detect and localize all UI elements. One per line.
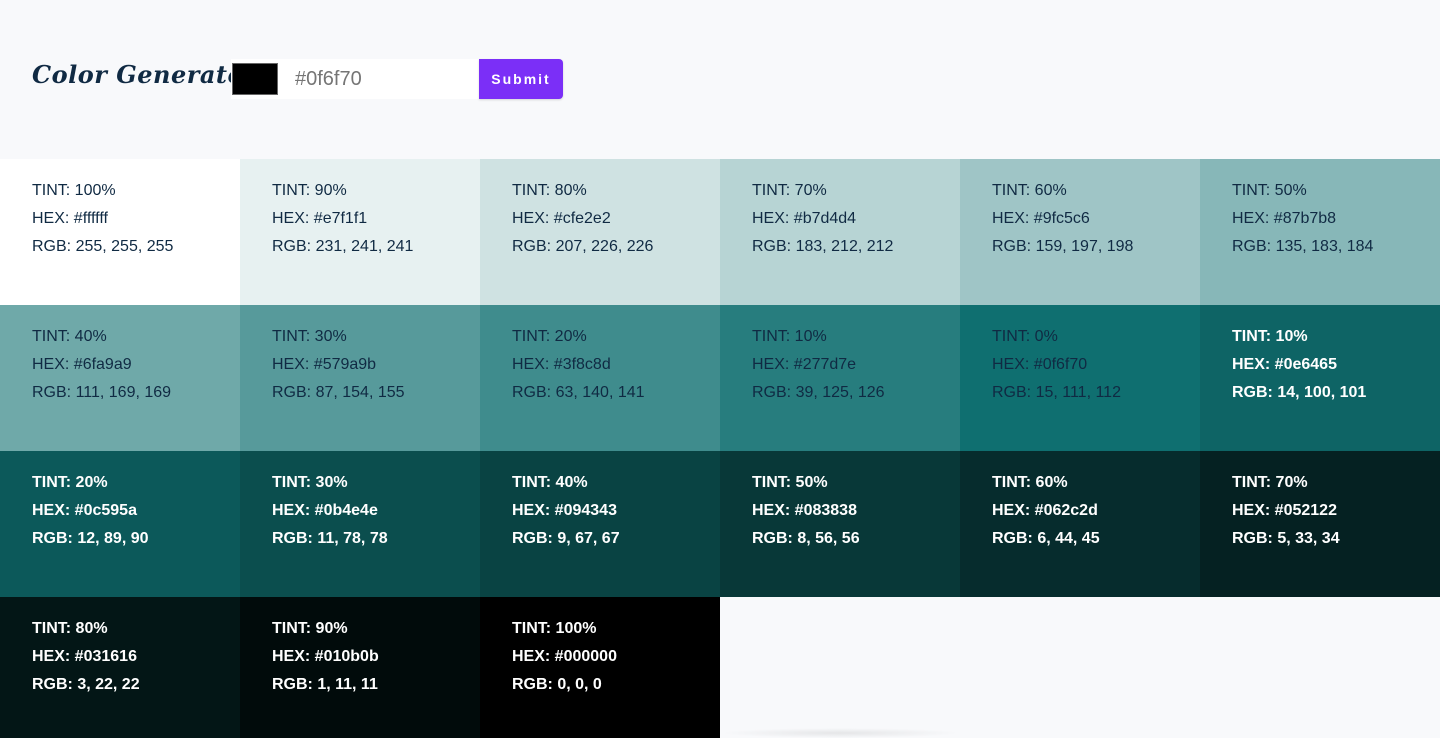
tile-tint-label: TINT: 0% — [992, 328, 1058, 345]
tile-hex-label: HEX: #e7f1f1 — [272, 210, 368, 227]
color-tile[interactable]: TINT: 40% HEX: #6fa9a9 RGB: 111, 169, 169 — [0, 305, 240, 451]
color-tile[interactable]: TINT: 90% HEX: #e7f1f1 RGB: 231, 241, 241 — [240, 159, 480, 305]
tile-tint-label: TINT: 20% — [32, 474, 108, 491]
tile-hex-label: HEX: #000000 — [512, 648, 617, 665]
color-tile[interactable]: TINT: 80% HEX: #cfe2e2 RGB: 207, 226, 226 — [480, 159, 720, 305]
tile-tint-label: TINT: 40% — [512, 474, 588, 491]
tile-rgb-label: RGB: 207, 226, 226 — [512, 238, 654, 255]
submit-button[interactable]: Submit — [479, 59, 563, 99]
tile-tint-label: TINT: 100% — [32, 182, 116, 199]
tile-rgb-label: RGB: 6, 44, 45 — [992, 530, 1100, 547]
color-tile[interactable]: TINT: 60% HEX: #062c2d RGB: 6, 44, 45 — [960, 451, 1200, 597]
tile-rgb-label: RGB: 12, 89, 90 — [32, 530, 149, 547]
color-tile[interactable]: TINT: 30% HEX: #579a9b RGB: 87, 154, 155 — [240, 305, 480, 451]
color-tile[interactable]: TINT: 40% HEX: #094343 RGB: 9, 67, 67 — [480, 451, 720, 597]
color-tile[interactable]: TINT: 100% HEX: #000000 RGB: 0, 0, 0 — [480, 597, 720, 738]
tile-rgb-label: RGB: 255, 255, 255 — [32, 238, 174, 255]
tile-rgb-label: RGB: 87, 154, 155 — [272, 384, 405, 401]
tile-tint-label: TINT: 20% — [512, 328, 587, 345]
tile-tint-label: TINT: 30% — [272, 328, 347, 345]
tile-rgb-label: RGB: 39, 125, 126 — [752, 384, 885, 401]
tile-rgb-label: RGB: 3, 22, 22 — [32, 676, 140, 693]
tile-hex-label: HEX: #cfe2e2 — [512, 210, 611, 227]
tile-rgb-label: RGB: 231, 241, 241 — [272, 238, 414, 255]
tile-tint-label: TINT: 90% — [272, 620, 348, 637]
tile-hex-label: HEX: #277d7e — [752, 356, 857, 373]
tile-tint-label: TINT: 50% — [1232, 182, 1307, 199]
tile-hex-label: HEX: #062c2d — [992, 502, 1098, 519]
tile-hex-label: HEX: #3f8c8d — [512, 356, 611, 373]
color-tile[interactable]: TINT: 20% HEX: #0c595a RGB: 12, 89, 90 — [0, 451, 240, 597]
tile-hex-label: HEX: #052122 — [1232, 502, 1337, 519]
tile-rgb-label: RGB: 9, 67, 67 — [512, 530, 620, 547]
color-tile[interactable]: TINT: 0% HEX: #0f6f70 RGB: 15, 111, 112 — [960, 305, 1200, 451]
tile-hex-label: HEX: #87b7b8 — [1232, 210, 1337, 227]
tile-tint-label: TINT: 30% — [272, 474, 348, 491]
app-title: Color Generator — [32, 60, 258, 89]
tile-rgb-label: RGB: 1, 11, 11 — [272, 676, 378, 693]
color-tile[interactable]: TINT: 70% HEX: #b7d4d4 RGB: 183, 212, 212 — [720, 159, 960, 305]
tile-rgb-label: RGB: 8, 56, 56 — [752, 530, 860, 547]
tile-hex-label: HEX: #094343 — [512, 502, 617, 519]
tile-rgb-label: RGB: 15, 111, 112 — [992, 384, 1121, 401]
tile-rgb-label: RGB: 14, 100, 101 — [1232, 384, 1367, 401]
color-tile[interactable]: TINT: 10% HEX: #0e6465 RGB: 14, 100, 101 — [1200, 305, 1440, 451]
color-tile[interactable]: TINT: 10% HEX: #277d7e RGB: 39, 125, 126 — [720, 305, 960, 451]
tile-hex-label: HEX: #010b0b — [272, 648, 379, 665]
tile-rgb-label: RGB: 5, 33, 34 — [1232, 530, 1340, 547]
shadow-divider — [720, 728, 960, 738]
color-tile[interactable]: TINT: 100% HEX: #ffffff RGB: 255, 255, 255 — [0, 159, 240, 305]
color-grid: TINT: 100% HEX: #ffffff RGB: 255, 255, 255… — [0, 159, 1440, 738]
color-tile[interactable]: TINT: 60% HEX: #9fc5c6 RGB: 159, 197, 198 — [960, 159, 1200, 305]
tile-hex-label: HEX: #0c595a — [32, 502, 137, 519]
tile-tint-label: TINT: 40% — [32, 328, 107, 345]
tile-tint-label: TINT: 80% — [512, 182, 587, 199]
tile-tint-label: TINT: 60% — [992, 182, 1067, 199]
tile-tint-label: TINT: 60% — [992, 474, 1068, 491]
tile-rgb-label: RGB: 63, 140, 141 — [512, 384, 645, 401]
tile-hex-label: HEX: #579a9b — [272, 356, 377, 373]
tile-rgb-label: RGB: 11, 78, 78 — [272, 530, 388, 547]
color-tile[interactable]: TINT: 80% HEX: #031616 RGB: 3, 22, 22 — [0, 597, 240, 738]
color-tile[interactable]: TINT: 50% HEX: #87b7b8 RGB: 135, 183, 184 — [1200, 159, 1440, 305]
tile-hex-label: HEX: #0b4e4e — [272, 502, 378, 519]
color-tile[interactable]: TINT: 30% HEX: #0b4e4e RGB: 11, 78, 78 — [240, 451, 480, 597]
tile-tint-label: TINT: 80% — [32, 620, 108, 637]
tile-rgb-label: RGB: 159, 197, 198 — [992, 238, 1134, 255]
color-tile[interactable]: TINT: 90% HEX: #010b0b RGB: 1, 11, 11 — [240, 597, 480, 738]
tile-tint-label: TINT: 10% — [752, 328, 827, 345]
color-form: Submit — [231, 59, 563, 99]
color-picker[interactable] — [231, 59, 279, 99]
tile-tint-label: TINT: 70% — [752, 182, 827, 199]
header: Color Generator Submit — [0, 0, 1440, 159]
tile-hex-label: HEX: #9fc5c6 — [992, 210, 1090, 227]
tile-hex-label: HEX: #083838 — [752, 502, 857, 519]
tile-rgb-label: RGB: 0, 0, 0 — [512, 676, 602, 693]
tile-hex-label: HEX: #6fa9a9 — [32, 356, 132, 373]
color-tile[interactable]: TINT: 20% HEX: #3f8c8d RGB: 63, 140, 141 — [480, 305, 720, 451]
color-swatch[interactable] — [232, 63, 278, 95]
tile-rgb-label: RGB: 183, 212, 212 — [752, 238, 894, 255]
tile-hex-label: HEX: #031616 — [32, 648, 137, 665]
hex-input[interactable] — [279, 59, 479, 99]
tile-rgb-label: RGB: 111, 169, 169 — [32, 384, 172, 401]
tile-tint-label: TINT: 100% — [512, 620, 597, 637]
tile-tint-label: TINT: 90% — [272, 182, 347, 199]
color-tile[interactable]: TINT: 70% HEX: #052122 RGB: 5, 33, 34 — [1200, 451, 1440, 597]
tile-rgb-label: RGB: 135, 183, 184 — [1232, 238, 1374, 255]
tile-hex-label: HEX: #ffffff — [32, 210, 108, 227]
tile-tint-label: TINT: 50% — [752, 474, 828, 491]
color-tile[interactable]: TINT: 50% HEX: #083838 RGB: 8, 56, 56 — [720, 451, 960, 597]
tile-tint-label: TINT: 10% — [1232, 328, 1308, 345]
tile-hex-label: HEX: #0e6465 — [1232, 356, 1337, 373]
tile-hex-label: HEX: #b7d4d4 — [752, 210, 857, 227]
tile-hex-label: HEX: #0f6f70 — [992, 356, 1088, 373]
tile-tint-label: TINT: 70% — [1232, 474, 1308, 491]
